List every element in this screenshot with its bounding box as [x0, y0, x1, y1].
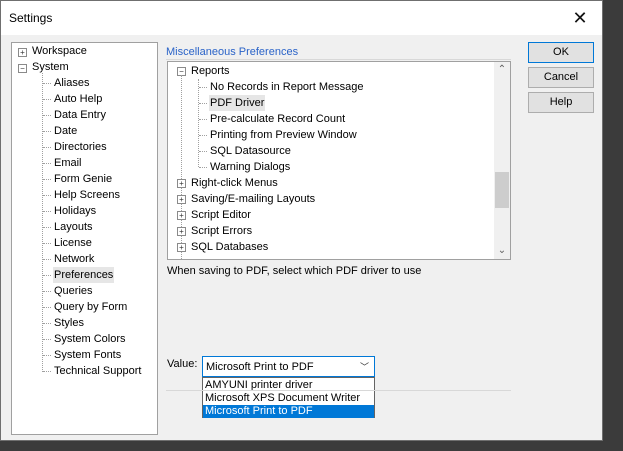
group-title: Miscellaneous Preferences: [166, 46, 299, 58]
pref-node-reports[interactable]: Reports: [191, 63, 230, 79]
tree-item[interactable]: Holidays: [53, 203, 97, 219]
tree-node-system[interactable]: System: [32, 59, 69, 75]
tree-item[interactable]: Email: [53, 155, 83, 171]
tree-connector: [43, 339, 51, 340]
expand-icon[interactable]: +: [177, 227, 186, 236]
pref-item[interactable]: No Records in Report Message: [209, 79, 364, 95]
tree-connector: [43, 323, 51, 324]
cancel-button[interactable]: Cancel: [528, 67, 594, 88]
pref-item[interactable]: SQL Datasource: [209, 143, 292, 159]
title-bar: Settings ✕: [1, 1, 602, 35]
option-xps-writer[interactable]: Microsoft XPS Document Writer: [203, 392, 374, 405]
ok-button[interactable]: OK: [528, 42, 594, 63]
tree-connector: [42, 73, 43, 372]
pref-category[interactable]: SQL Databases: [191, 239, 268, 255]
tree-connector: [199, 103, 207, 104]
tree-connector: [199, 87, 207, 88]
expand-icon[interactable]: +: [177, 243, 186, 252]
tree-connector: [43, 259, 51, 260]
tree-item[interactable]: Queries: [53, 283, 94, 299]
tree-connector: [43, 291, 51, 292]
tree-connector: [199, 119, 207, 120]
pref-category[interactable]: Script Editor: [191, 207, 251, 223]
tree-item[interactable]: System Fonts: [53, 347, 122, 363]
pref-item[interactable]: Printing from Preview Window: [209, 127, 358, 143]
tree-item[interactable]: Auto Help: [53, 91, 103, 107]
tree-connector: [198, 79, 199, 167]
preferences-tree[interactable]: − Reports No Records in Report Message PD…: [167, 61, 511, 260]
tree-connector: [199, 151, 207, 152]
value-select[interactable]: Microsoft Print to PDF ﹀: [202, 356, 375, 377]
value-label: Value:: [167, 358, 198, 370]
tree-item[interactable]: Styles: [53, 315, 85, 331]
scroll-up-icon[interactable]: ⌃: [494, 62, 510, 78]
tree-connector: [43, 179, 51, 180]
tree-connector: [199, 167, 207, 168]
pref-category[interactable]: Script Errors: [191, 223, 252, 239]
tree-item[interactable]: Form Genie: [53, 171, 113, 187]
value-dropdown-list: AMYUNI printer driver Microsoft XPS Docu…: [202, 377, 375, 418]
tree-node-workspace[interactable]: Workspace: [32, 43, 87, 59]
tree-item[interactable]: Date: [53, 123, 78, 139]
tree-item[interactable]: Directories: [53, 139, 108, 155]
category-tree[interactable]: + Workspace − System Aliases Auto Help Dat…: [11, 42, 158, 435]
tree-connector: [43, 83, 51, 84]
expand-icon[interactable]: +: [177, 195, 186, 204]
tree-connector: [43, 147, 51, 148]
tree-connector: [43, 227, 51, 228]
expand-icon[interactable]: +: [177, 211, 186, 220]
scroll-thumb[interactable]: [495, 172, 509, 208]
close-icon: ✕: [572, 7, 588, 28]
tree-item[interactable]: System Colors: [53, 331, 127, 347]
tree-connector: [43, 115, 51, 116]
tree-item[interactable]: License: [53, 235, 93, 251]
expand-icon[interactable]: +: [177, 179, 186, 188]
pref-category[interactable]: Right-click Menus: [191, 175, 278, 191]
tree-item[interactable]: Help Screens: [53, 187, 121, 203]
tree-connector: [43, 371, 51, 372]
pref-item[interactable]: Pre-calculate Record Count: [209, 111, 346, 127]
tree-connector: [43, 355, 51, 356]
tree-item[interactable]: Network: [53, 251, 95, 267]
tree-connector: [43, 131, 51, 132]
tree-item[interactable]: Data Entry: [53, 107, 107, 123]
option-print-to-pdf[interactable]: Microsoft Print to PDF: [203, 405, 374, 418]
tree-item[interactable]: Query by Form: [53, 299, 128, 315]
tree-connector: [43, 211, 51, 212]
tree-connector: [43, 307, 51, 308]
chevron-down-icon: ﹀: [359, 362, 369, 372]
vertical-scrollbar[interactable]: ⌃ ⌄: [494, 62, 510, 259]
tree-item[interactable]: Layouts: [53, 219, 94, 235]
tree-connector: [43, 275, 51, 276]
help-button[interactable]: Help: [528, 92, 594, 113]
tree-connector: [199, 135, 207, 136]
tree-item[interactable]: Preferences: [53, 267, 115, 283]
pref-item[interactable]: Warning Dialogs: [209, 159, 291, 175]
collapse-icon[interactable]: −: [18, 64, 27, 73]
tree-connector: [43, 243, 51, 244]
value-select-text: Microsoft Print to PDF: [206, 361, 314, 373]
tree-connector: [43, 195, 51, 196]
tree-item[interactable]: Technical Support: [53, 363, 142, 379]
tree-connector: [43, 99, 51, 100]
tree-connector: [43, 163, 51, 164]
expand-icon[interactable]: +: [18, 48, 27, 57]
preference-description: When saving to PDF, select which PDF dri…: [167, 265, 422, 277]
pref-category[interactable]: Saving/E-mailing Layouts: [191, 191, 315, 207]
tree-item[interactable]: Aliases: [53, 75, 90, 91]
window-title: Settings: [9, 11, 53, 25]
bottom-divider: [166, 390, 511, 391]
pref-item[interactable]: PDF Driver: [209, 95, 266, 111]
settings-dialog: Settings ✕ + Workspace − System Aliases A…: [0, 0, 603, 441]
close-button[interactable]: ✕: [558, 1, 602, 35]
scroll-down-icon[interactable]: ⌄: [494, 243, 510, 259]
